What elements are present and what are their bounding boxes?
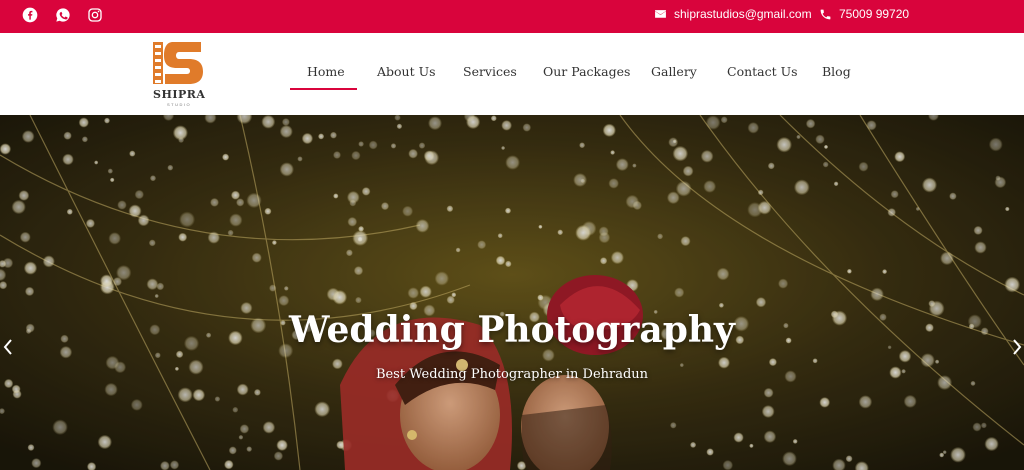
nav-about-us[interactable]: About Us — [377, 64, 436, 79]
logo-subtext: STUDIO — [167, 102, 192, 107]
logo-mark-icon — [153, 42, 203, 84]
nav-our-packages[interactable]: Our Packages — [543, 64, 630, 79]
nav-home[interactable]: Home — [307, 64, 345, 79]
hero-slider: Wedding Photography Best Wedding Photogr… — [0, 115, 1024, 470]
logo-text: SHIPRA — [153, 88, 206, 101]
site-header: SHIPRA STUDIO Home About Us Services Our… — [0, 33, 1024, 115]
slider-next-arrow[interactable] — [1010, 337, 1024, 357]
phone-link[interactable]: 75009 99720 — [819, 7, 909, 21]
active-nav-indicator — [290, 88, 357, 90]
nav-gallery[interactable]: Gallery — [651, 64, 697, 79]
hero-subtitle: Best Wedding Photographer in Dehradun — [375, 367, 649, 382]
site-logo[interactable]: SHIPRA STUDIO — [147, 39, 213, 107]
phone-icon — [820, 9, 831, 19]
chevron-left-icon — [3, 339, 12, 355]
email-link[interactable]: shiprastudios@gmail.com — [654, 7, 812, 21]
slider-prev-arrow[interactable] — [1, 337, 15, 357]
hero-title: Wedding Photography — [289, 309, 735, 351]
nav-services[interactable]: Services — [463, 64, 517, 79]
nav-contact-us[interactable]: Contact Us — [727, 64, 798, 79]
facebook-icon[interactable] — [19, 4, 41, 26]
chevron-right-icon — [1013, 339, 1022, 355]
instagram-icon[interactable] — [84, 4, 106, 26]
whatsapp-icon[interactable] — [52, 4, 74, 26]
hero-background-image — [0, 115, 1024, 470]
phone-text: 75009 99720 — [839, 7, 910, 21]
email-text: shiprastudios@gmail.com — [674, 7, 812, 21]
envelope-icon — [655, 9, 666, 18]
top-bar: shiprastudios@gmail.com 75009 99720 — [0, 0, 1024, 33]
nav-blog[interactable]: Blog — [822, 64, 851, 79]
